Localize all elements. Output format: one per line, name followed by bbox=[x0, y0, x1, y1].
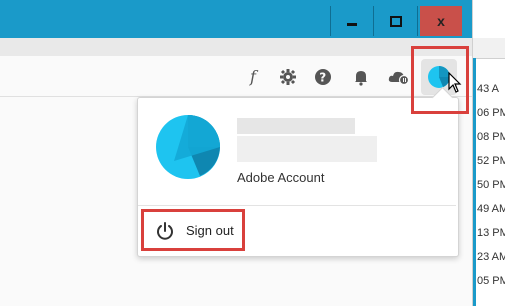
list-item: 49 AM bbox=[477, 203, 505, 215]
app-toolbar: f ? bbox=[0, 56, 472, 97]
profile-avatar bbox=[156, 115, 220, 179]
background-window-accent bbox=[473, 58, 476, 306]
annotation-highlight-sign-out bbox=[141, 209, 245, 251]
account-type-label: Adobe Account bbox=[237, 170, 325, 185]
cloud-sync-icon[interactable] bbox=[388, 68, 410, 86]
tab-strip bbox=[0, 38, 472, 57]
list-item: 06 PM bbox=[477, 107, 505, 119]
list-item: 43 A bbox=[477, 83, 500, 95]
list-item: 05 PM bbox=[477, 275, 505, 287]
background-time-list: 43 A 06 PM 08 PM 52 PM 50 PM 49 AM 13 PM… bbox=[477, 83, 505, 299]
background-window-edge: 43 A 06 PM 08 PM 52 PM 50 PM 49 AM 13 PM… bbox=[472, 0, 505, 306]
menu-divider bbox=[138, 205, 456, 206]
mouse-cursor-icon bbox=[448, 71, 462, 94]
close-icon: x bbox=[437, 13, 445, 29]
bell-icon[interactable] bbox=[352, 68, 370, 86]
list-item: 13 PM bbox=[477, 227, 505, 239]
svg-text:f: f bbox=[249, 68, 259, 86]
list-item: 08 PM bbox=[477, 131, 505, 143]
maximize-icon bbox=[390, 15, 402, 27]
list-item: 52 PM bbox=[477, 155, 505, 167]
list-item: 50 PM bbox=[477, 179, 505, 191]
redacted-name bbox=[237, 118, 355, 134]
help-icon[interactable]: ? bbox=[314, 68, 332, 86]
script-f-icon[interactable]: f bbox=[246, 68, 264, 86]
avatar-icon bbox=[156, 115, 220, 179]
close-button[interactable]: x bbox=[420, 6, 462, 36]
minimize-button[interactable] bbox=[330, 6, 374, 36]
gear-icon[interactable] bbox=[279, 68, 297, 86]
list-item: 23 AM bbox=[477, 251, 505, 263]
background-window-header bbox=[473, 38, 505, 59]
minimize-icon bbox=[347, 22, 357, 26]
window-titlebar: x bbox=[0, 0, 472, 38]
redacted-email bbox=[237, 136, 377, 162]
maximize-button[interactable] bbox=[375, 6, 418, 36]
svg-text:?: ? bbox=[319, 71, 326, 85]
